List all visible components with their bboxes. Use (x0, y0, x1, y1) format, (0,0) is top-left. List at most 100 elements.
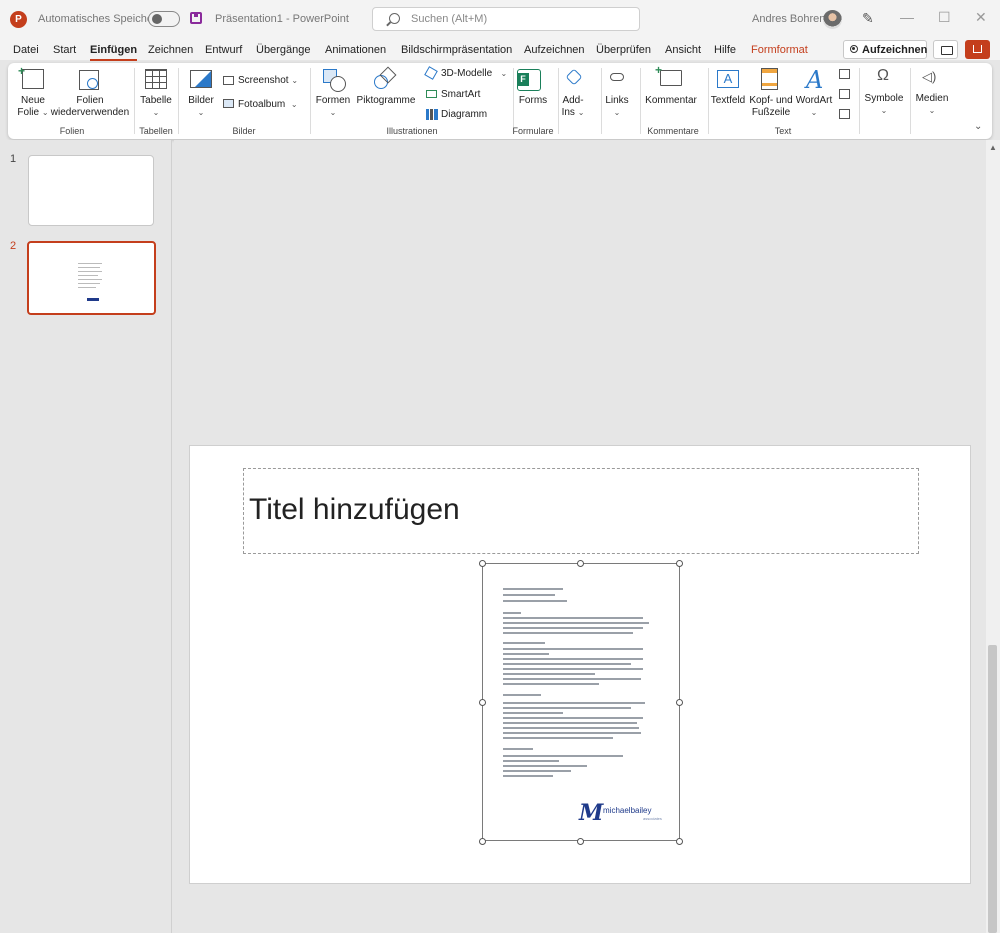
resize-handle-left[interactable] (479, 699, 486, 706)
logo-name: michaelbailey (603, 806, 652, 815)
ribbon-collapse-chevron-icon[interactable]: ⌄ (974, 121, 982, 132)
document-text-line (503, 683, 599, 685)
tab-formformat[interactable]: Formformat (751, 44, 808, 56)
title-placeholder[interactable]: Titel hinzufügen (243, 468, 919, 554)
tab-ueberpruefen[interactable]: Überprüfen (596, 44, 651, 56)
avatar[interactable] (823, 10, 842, 29)
document-image[interactable]: M michaelbailey associates (482, 563, 680, 841)
document-text-line (503, 622, 649, 624)
tab-entwurf[interactable]: Entwurf (205, 44, 242, 56)
user-name[interactable]: Andres Bohren (752, 13, 825, 25)
wordart-button[interactable]: WordArt ⌄ (794, 95, 834, 119)
icons-button[interactable]: Piktogramme (352, 95, 420, 107)
resize-handle-right[interactable] (676, 699, 683, 706)
resize-handle-top[interactable] (577, 560, 584, 567)
group-label-illustrationen: Illustrationen (386, 126, 438, 136)
slide-thumbnail-2[interactable] (27, 241, 156, 315)
media-button[interactable]: Medien ⌄ (910, 93, 954, 117)
header-footer-button[interactable]: Kopf- und Fußzeile (746, 95, 796, 119)
document-text-line (503, 648, 643, 650)
table-button[interactable]: Tabelle ⌄ (136, 95, 176, 119)
tab-ansicht[interactable]: Ansicht (665, 44, 701, 56)
michaelbailey-logo-icon: M (579, 800, 604, 826)
tab-einfuegen[interactable]: Einfügen (90, 44, 138, 61)
tab-uebergaenge[interactable]: Übergänge (256, 44, 310, 56)
screenshot-button[interactable]: Screenshot ⌄ (238, 75, 298, 87)
divider (134, 68, 135, 134)
document-text-line (503, 617, 643, 619)
search-input[interactable]: Suchen (Alt+M) (372, 7, 640, 31)
document-text-line (503, 748, 533, 750)
document-text-line (503, 673, 595, 675)
forms-icon: F (517, 69, 541, 91)
comments-button[interactable] (933, 40, 958, 59)
slide-number: 1 (10, 153, 17, 165)
pictures-button[interactable]: Bilder ⌄ (183, 95, 219, 119)
record-button[interactable]: Aufzeichnen (843, 40, 927, 59)
document-text-line (503, 678, 641, 680)
tab-datei[interactable]: Datei (13, 44, 39, 56)
search-placeholder: Suchen (Alt+M) (411, 13, 488, 25)
group-label-text: Text (774, 126, 792, 136)
forms-button[interactable]: Forms (513, 95, 553, 107)
share-button[interactable] (965, 40, 990, 59)
document-text-line (503, 727, 639, 729)
table-icon (145, 69, 167, 89)
chart-button[interactable]: Diagramm (441, 109, 487, 121)
scrollbar-thumb[interactable] (988, 645, 997, 933)
comment-add-icon: + (655, 63, 682, 86)
new-comment-button[interactable]: Kommentar (640, 95, 702, 107)
textbox-button[interactable]: Textfeld (708, 95, 748, 107)
date-time-icon[interactable] (839, 69, 850, 79)
header-footer-icon (761, 68, 778, 90)
shapes-button[interactable]: Formen ⌄ (314, 95, 352, 119)
addins-button[interactable]: Add- Ins ⌄ (558, 95, 588, 119)
vertical-scrollbar[interactable]: ▲ (986, 140, 1000, 933)
tab-bildschirmpraesentation[interactable]: Bildschirmpräsentation (401, 44, 512, 56)
pen-icon[interactable]: ✎ (862, 10, 874, 27)
title-placeholder-text: Titel hinzufügen (249, 493, 460, 526)
document-text-line (503, 694, 541, 696)
document-text-line (503, 775, 553, 777)
resize-handle-top-left[interactable] (479, 560, 486, 567)
maximize-button[interactable]: ☐ (938, 9, 951, 26)
new-slide-button[interactable]: Neue Folie ⌄ (12, 95, 54, 119)
object-icon[interactable] (839, 109, 850, 119)
links-button[interactable]: Links ⌄ (601, 95, 633, 119)
document-text-line (503, 732, 641, 734)
smartart-button[interactable]: SmartArt (441, 89, 480, 101)
slide-number-icon[interactable] (839, 89, 850, 99)
photo-album-button[interactable]: Fotoalbum ⌄ (238, 99, 298, 111)
reuse-slides-button[interactable]: Folien wiederverwenden (50, 95, 130, 119)
document-text-line (503, 770, 571, 772)
resize-handle-bottom[interactable] (577, 838, 584, 845)
scroll-up-arrow-icon[interactable]: ▲ (989, 143, 997, 152)
powerpoint-logo-icon: P (10, 11, 27, 28)
minimize-button[interactable]: — (900, 9, 914, 25)
tab-aufzeichnen[interactable]: Aufzeichnen (524, 44, 585, 56)
search-icon (389, 13, 400, 24)
tab-start[interactable]: Start (53, 44, 76, 56)
close-button[interactable]: ✕ (975, 9, 987, 26)
3d-models-button[interactable]: 3D-Modelle ⌄ (441, 68, 507, 80)
document-title: Präsentation1 - PowerPoint (215, 13, 349, 25)
resize-handle-bottom-left[interactable] (479, 838, 486, 845)
group-label-bilder: Bilder (232, 126, 256, 136)
document-text-line (503, 627, 643, 629)
document-text-line (503, 765, 587, 767)
record-icon (850, 45, 858, 53)
pictures-icon (190, 70, 212, 88)
tab-hilfe[interactable]: Hilfe (714, 44, 736, 56)
tab-animationen[interactable]: Animationen (325, 44, 386, 56)
resize-handle-top-right[interactable] (676, 560, 683, 567)
autosave-toggle[interactable] (148, 11, 180, 27)
document-text-line (503, 707, 631, 709)
save-icon[interactable] (190, 12, 202, 24)
tab-zeichnen[interactable]: Zeichnen (148, 44, 193, 56)
speaker-icon: ◁) (922, 69, 937, 84)
3d-models-icon (424, 66, 438, 80)
document-text-line (503, 632, 633, 634)
slide-thumbnail-1[interactable] (28, 155, 154, 226)
resize-handle-bottom-right[interactable] (676, 838, 683, 845)
symbols-button[interactable]: Symbole ⌄ (861, 93, 907, 117)
